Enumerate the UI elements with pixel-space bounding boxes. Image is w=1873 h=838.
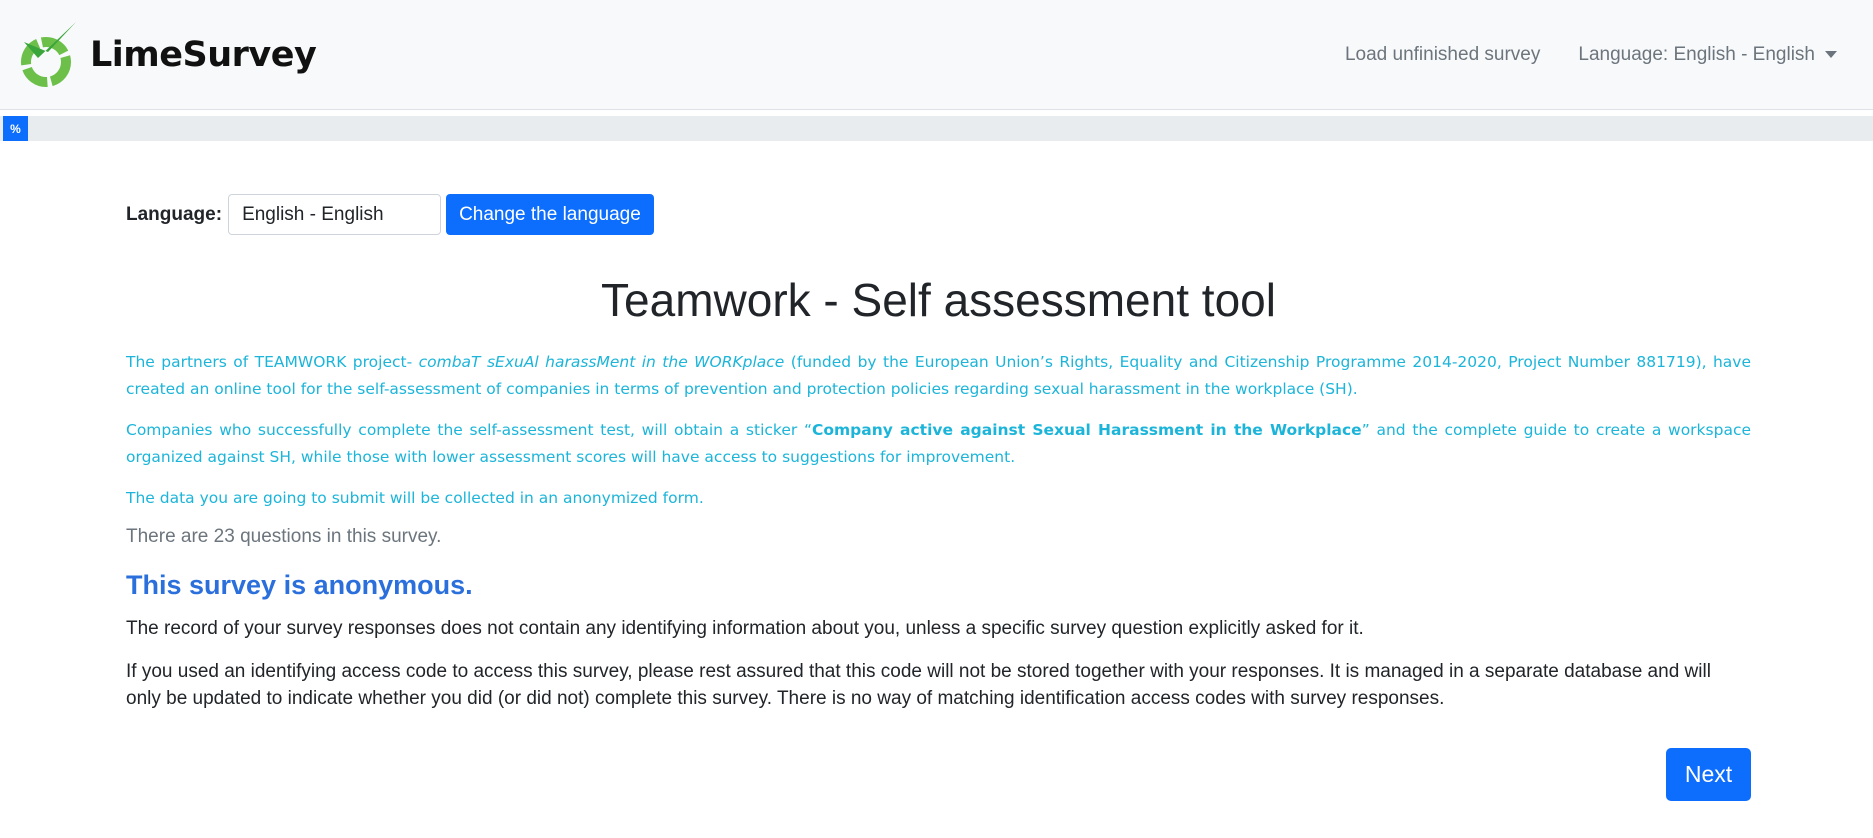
anonymous-text-2: If you used an identifying access code t…: [126, 661, 1711, 709]
anonymous-text-1: The record of your survey responses does…: [126, 618, 1364, 639]
change-language-button[interactable]: Change the language: [446, 194, 654, 235]
language-switcher: Language: English - English Change the l…: [126, 194, 1751, 235]
language-dropdown-label: Language: English - English: [1578, 44, 1815, 65]
survey-welcome: Language: English - English Change the l…: [126, 194, 1751, 712]
brand-name: LimeSurvey: [90, 35, 317, 75]
desc2-prefix: Companies who successfully complete the …: [126, 421, 812, 439]
caret-down-icon: [1825, 51, 1837, 59]
nav-links: Load unfinished survey Language: English…: [1345, 44, 1837, 66]
sticker-name: Company active against Sexual Harassment…: [811, 421, 1362, 439]
language-label: Language:: [126, 203, 223, 225]
next-button[interactable]: Next: [1666, 748, 1751, 801]
limesurvey-logo-icon: [21, 22, 76, 87]
desc1-prefix: The partners of TEAMWORK project-: [126, 353, 419, 371]
project-name: combaT sExuAl harassMent in the WORKplac…: [418, 353, 785, 371]
language-dropdown[interactable]: Language: English - English: [1578, 44, 1837, 66]
progress-fill: %: [3, 116, 28, 141]
brand-logo[interactable]: LimeSurvey: [18, 18, 317, 92]
survey-description: The partners of TEAMWORK project- combaT…: [126, 349, 1751, 512]
question-count: There are 23 questions in this survey.: [126, 526, 442, 547]
description-paragraph-1: The partners of TEAMWORK project- combaT…: [126, 349, 1751, 403]
survey-title: Teamwork - Self assessment tool: [601, 274, 1276, 326]
top-navbar: LimeSurvey Load unfinished survey Langua…: [0, 0, 1873, 110]
language-select[interactable]: English - English: [228, 194, 442, 235]
load-unfinished-survey-link[interactable]: Load unfinished survey: [1345, 44, 1540, 66]
description-paragraph-2: Companies who successfully complete the …: [126, 417, 1751, 471]
progress-bar: %: [0, 116, 1873, 141]
description-paragraph-3: The data you are going to submit will be…: [126, 489, 704, 507]
anonymous-heading: This survey is anonymous.: [126, 570, 473, 600]
